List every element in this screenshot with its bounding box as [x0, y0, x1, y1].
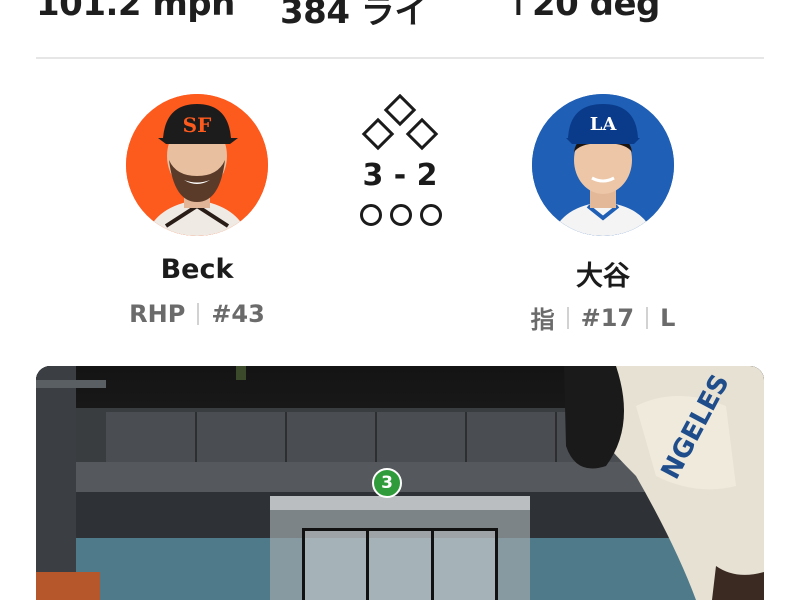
pitcher-number: #43	[211, 300, 265, 328]
batter-meta: 指 #17 L	[483, 300, 723, 335]
first-base-icon	[405, 117, 439, 151]
batter-avatar[interactable]: LA	[532, 94, 674, 236]
pitch-marker[interactable]: 3	[372, 468, 402, 498]
angle-value: ↑20 deg	[504, 0, 660, 24]
meta-separator	[197, 303, 200, 325]
zone-cell	[434, 531, 495, 600]
velocity-value: 101.2 mph	[36, 0, 235, 24]
spin-value: 384 ライ	[280, 0, 428, 32]
meta-separator	[566, 306, 569, 329]
batter-name[interactable]: 大谷	[493, 254, 713, 293]
out-dot	[360, 204, 382, 226]
pitcher-position: RHP	[129, 300, 186, 328]
second-base-icon	[383, 93, 417, 127]
bases-diamond	[358, 93, 442, 154]
out-dot	[390, 204, 412, 226]
zone-cell	[305, 531, 370, 600]
strike-zone	[302, 528, 498, 600]
out-dot	[420, 204, 442, 226]
svg-text:SF: SF	[183, 113, 212, 137]
outs-indicator	[360, 204, 442, 228]
pitcher-avatar[interactable]: SF	[126, 94, 268, 236]
svg-text:LA: LA	[590, 114, 618, 135]
ball-strike-count: 3 - 2	[362, 158, 438, 193]
third-base-icon	[361, 117, 395, 151]
zone-cell	[369, 531, 434, 600]
batter-bats: L	[660, 303, 676, 332]
batter-position: 指	[530, 306, 555, 334]
pitcher-name[interactable]: Beck	[87, 254, 307, 285]
batter-number: #17	[580, 303, 635, 332]
meta-separator	[646, 306, 649, 329]
pitch-stats-bar: 101.2 mph 384 ライ ↑20 deg	[36, 0, 764, 32]
divider	[36, 57, 764, 59]
pitcher-meta: RHP #43	[77, 300, 317, 328]
pitch-video-view[interactable]: NGELES 3	[36, 366, 764, 600]
